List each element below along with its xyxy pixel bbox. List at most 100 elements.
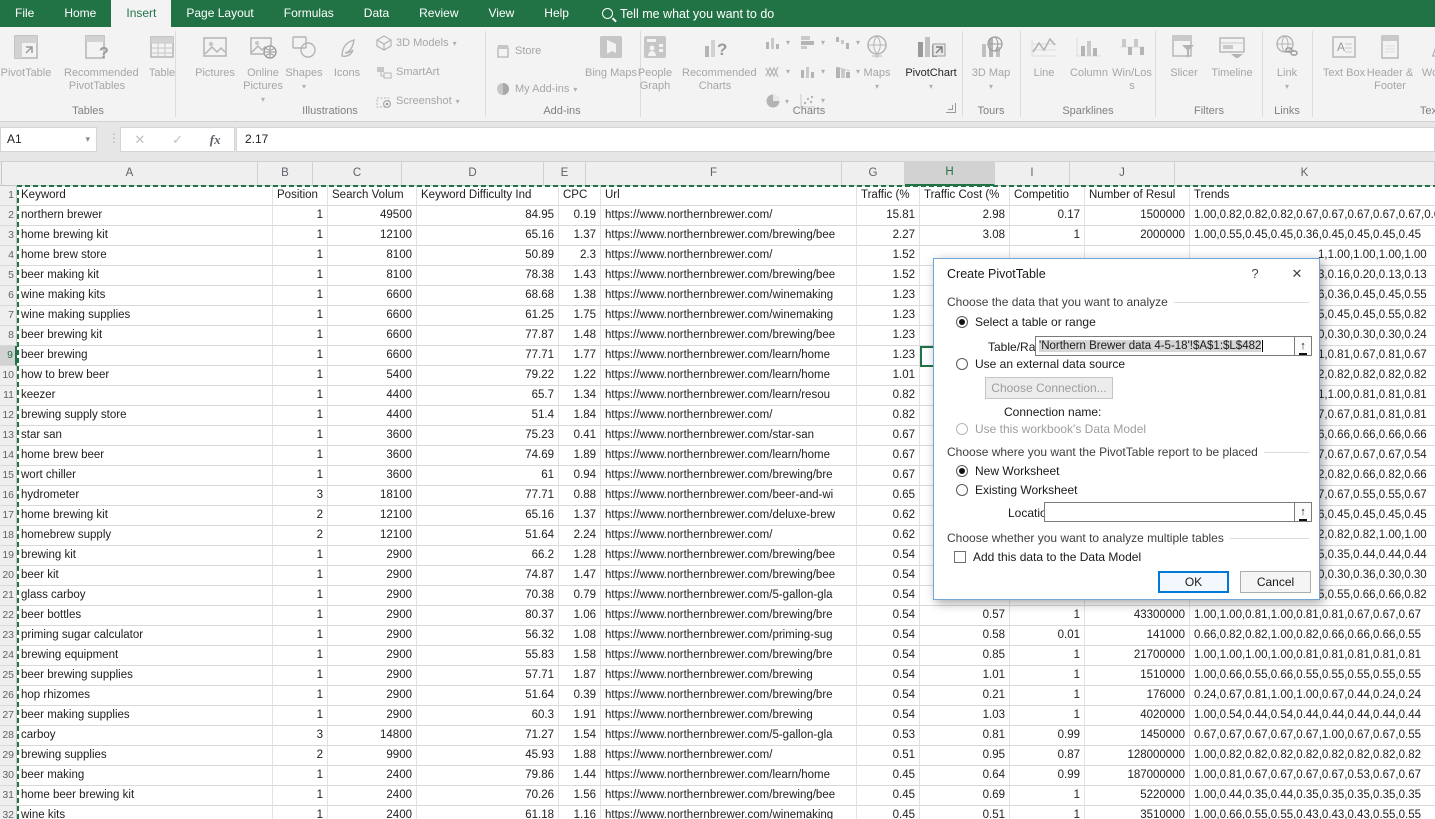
tab-review[interactable]: Review [404, 0, 473, 27]
cell-B26[interactable]: 1 [273, 686, 328, 706]
my-addins-button[interactable]: My Add-ins ▾ [495, 81, 577, 97]
3d-models-button[interactable]: 3D Models ▾ [376, 35, 457, 51]
recommended-pivottables-button[interactable]: ? Recommended PivotTables [64, 30, 130, 93]
cell-G12[interactable]: 0.82 [857, 406, 920, 426]
cell-H24[interactable]: 0.85 [920, 646, 1010, 666]
cell-B17[interactable]: 2 [273, 506, 328, 526]
3d-map-button[interactable]: 3D Map ▾ [958, 30, 1024, 93]
cell-E23[interactable]: 1.08 [559, 626, 601, 646]
cell-C2[interactable]: 49500 [328, 206, 417, 226]
cell-C3[interactable]: 12100 [328, 226, 417, 246]
insert-bar-chart-button[interactable]: ▾ [800, 35, 825, 50]
cell-E4[interactable]: 2.3 [559, 246, 601, 266]
cell-J32[interactable]: 3510000 [1085, 806, 1190, 819]
cell-H3[interactable]: 3.08 [920, 226, 1010, 246]
cell-F5[interactable]: https://www.northernbrewer.com/brewing/b… [601, 266, 857, 286]
cell-A18[interactable]: homebrew supply [17, 526, 273, 546]
cell-G16[interactable]: 0.65 [857, 486, 920, 506]
cell-F2[interactable]: https://www.northernbrewer.com/ [601, 206, 857, 226]
cell-F21[interactable]: https://www.northernbrewer.com/5-gallon-… [601, 586, 857, 606]
row-header-32[interactable]: 32 [0, 806, 17, 819]
cell-H1[interactable]: Traffic Cost (% [920, 186, 1010, 206]
cell-E26[interactable]: 0.39 [559, 686, 601, 706]
cell-E8[interactable]: 1.48 [559, 326, 601, 346]
cell-F17[interactable]: https://www.northernbrewer.com/deluxe-br… [601, 506, 857, 526]
cell-G26[interactable]: 0.54 [857, 686, 920, 706]
cell-C7[interactable]: 6600 [328, 306, 417, 326]
column-header-C[interactable]: C [313, 162, 402, 186]
cell-B15[interactable]: 1 [273, 466, 328, 486]
cell-A32[interactable]: wine kits [17, 806, 273, 819]
cell-D31[interactable]: 70.26 [417, 786, 559, 806]
cell-C30[interactable]: 2400 [328, 766, 417, 786]
cell-E27[interactable]: 1.91 [559, 706, 601, 726]
cell-C12[interactable]: 4400 [328, 406, 417, 426]
cell-F32[interactable]: https://www.northernbrewer.com/winemakin… [601, 806, 857, 819]
cell-K1[interactable]: Trends [1190, 186, 1435, 206]
row-header-5[interactable]: 5 [0, 266, 17, 286]
cell-F23[interactable]: https://www.northernbrewer.com/priming-s… [601, 626, 857, 646]
cell-J24[interactable]: 21700000 [1085, 646, 1190, 666]
cell-K25[interactable]: 1.00,0.66,0.55,0.66,0.55,0.55,0.55,0.55,… [1190, 666, 1435, 686]
cell-G23[interactable]: 0.54 [857, 626, 920, 646]
cell-J30[interactable]: 187000000 [1085, 766, 1190, 786]
row-header-23[interactable]: 23 [0, 626, 17, 646]
sparkline-line-button[interactable]: Line [1022, 30, 1066, 80]
cell-C10[interactable]: 5400 [328, 366, 417, 386]
cell-G31[interactable]: 0.45 [857, 786, 920, 806]
row-header-25[interactable]: 25 [0, 666, 17, 686]
cell-F18[interactable]: https://www.northernbrewer.com/ [601, 526, 857, 546]
cell-D20[interactable]: 74.87 [417, 566, 559, 586]
cell-J28[interactable]: 1450000 [1085, 726, 1190, 746]
cell-C16[interactable]: 18100 [328, 486, 417, 506]
cell-F28[interactable]: https://www.northernbrewer.com/5-gallon-… [601, 726, 857, 746]
cell-F19[interactable]: https://www.northernbrewer.com/brewing/b… [601, 546, 857, 566]
cell-B4[interactable]: 1 [273, 246, 328, 266]
cell-H26[interactable]: 0.21 [920, 686, 1010, 706]
cell-D23[interactable]: 56.32 [417, 626, 559, 646]
cell-D26[interactable]: 51.64 [417, 686, 559, 706]
cell-D16[interactable]: 77.71 [417, 486, 559, 506]
cell-K24[interactable]: 1.00,1.00,1.00,1.00,0.81,0.81,0.81,0.81,… [1190, 646, 1435, 666]
cell-G18[interactable]: 0.62 [857, 526, 920, 546]
cell-I25[interactable]: 1 [1010, 666, 1085, 686]
cell-I27[interactable]: 1 [1010, 706, 1085, 726]
cell-B30[interactable]: 1 [273, 766, 328, 786]
cell-A21[interactable]: glass carboy [17, 586, 273, 606]
row-header-9[interactable]: 9 [0, 346, 17, 366]
cell-C15[interactable]: 3600 [328, 466, 417, 486]
cell-F11[interactable]: https://www.northernbrewer.com/learn/res… [601, 386, 857, 406]
cell-D22[interactable]: 80.37 [417, 606, 559, 626]
cell-E22[interactable]: 1.06 [559, 606, 601, 626]
cell-E11[interactable]: 1.34 [559, 386, 601, 406]
cell-A5[interactable]: beer making kit [17, 266, 273, 286]
row-header-24[interactable]: 24 [0, 646, 17, 666]
cell-H22[interactable]: 0.57 [920, 606, 1010, 626]
cell-C28[interactable]: 14800 [328, 726, 417, 746]
cell-F12[interactable]: https://www.northernbrewer.com/ [601, 406, 857, 426]
cell-C26[interactable]: 2900 [328, 686, 417, 706]
row-header-11[interactable]: 11 [0, 386, 17, 406]
cell-J22[interactable]: 43300000 [1085, 606, 1190, 626]
cell-E15[interactable]: 0.94 [559, 466, 601, 486]
row-header-18[interactable]: 18 [0, 526, 17, 546]
cell-B9[interactable]: 1 [273, 346, 328, 366]
cell-G24[interactable]: 0.54 [857, 646, 920, 666]
cancel-entry-icon[interactable]: ✕ [134, 132, 145, 148]
cell-A25[interactable]: beer brewing supplies [17, 666, 273, 686]
tab-insert[interactable]: Insert [111, 0, 171, 27]
cell-D17[interactable]: 65.16 [417, 506, 559, 526]
cell-B7[interactable]: 1 [273, 306, 328, 326]
cell-D3[interactable]: 65.16 [417, 226, 559, 246]
cell-A15[interactable]: wort chiller [17, 466, 273, 486]
cell-A2[interactable]: northern brewer [17, 206, 273, 226]
row-header-22[interactable]: 22 [0, 606, 17, 626]
cell-E7[interactable]: 1.75 [559, 306, 601, 326]
cell-E29[interactable]: 1.88 [559, 746, 601, 766]
cell-D32[interactable]: 61.18 [417, 806, 559, 819]
cell-G28[interactable]: 0.53 [857, 726, 920, 746]
cell-F27[interactable]: https://www.northernbrewer.com/brewing [601, 706, 857, 726]
cell-H27[interactable]: 1.03 [920, 706, 1010, 726]
column-header-D[interactable]: D [402, 162, 544, 186]
cell-K23[interactable]: 0.66,0.82,0.82,1.00,0.82,0.66,0.66,0.66,… [1190, 626, 1435, 646]
